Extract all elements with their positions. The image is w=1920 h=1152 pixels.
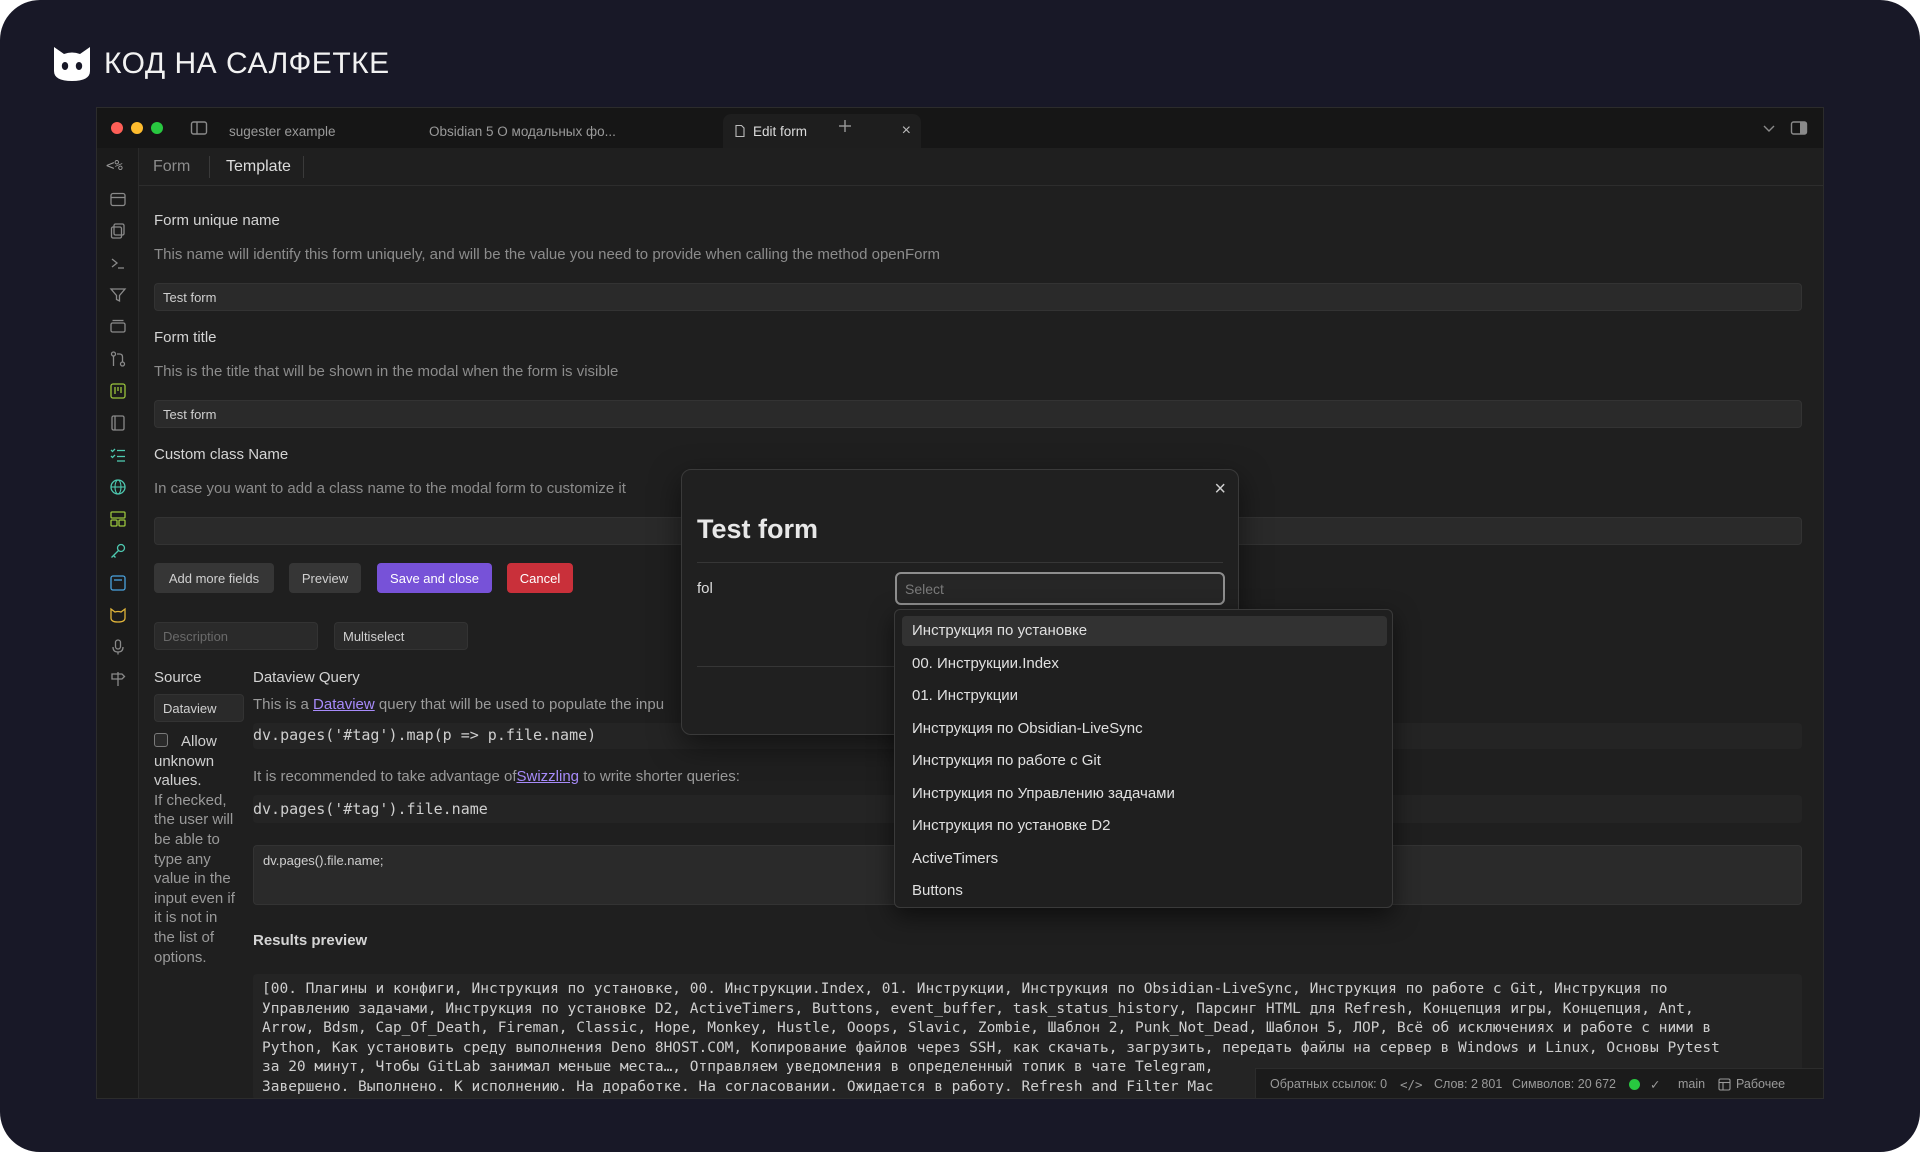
source-select[interactable]: Dataview xyxy=(154,694,244,722)
tab-sugester-example[interactable]: sugester example xyxy=(221,114,411,148)
book-icon[interactable] xyxy=(109,414,127,432)
dataview-query-label: Dataview Query xyxy=(253,669,360,686)
list-item[interactable]: Инструкция по Управлению задачами xyxy=(902,779,1387,809)
form-unique-name-description: This name will identify this form unique… xyxy=(154,246,940,263)
suggestion-dropdown: Инструкция по установке 00. Инструкции.I… xyxy=(894,609,1393,908)
git-compare-icon[interactable] xyxy=(109,350,127,368)
backlinks-count[interactable]: Обратных ссылок: 0 xyxy=(1270,1077,1387,1091)
code-example-map: dv.pages('#tag').map(p => p.file.name) xyxy=(253,726,597,744)
list-item[interactable]: Инструкция по установке xyxy=(902,616,1387,646)
custom-class-label: Custom class Name xyxy=(154,446,289,463)
form-unique-name-input[interactable]: Test form xyxy=(154,283,1802,311)
right-sidebar-toggle-icon[interactable] xyxy=(1789,118,1809,138)
brand-name: КОД НА САЛФЕТКЕ xyxy=(104,47,390,80)
tab-divider xyxy=(303,156,304,178)
screenshot-frame: КОД НА САЛФЕТКЕ sugester example Obsidia… xyxy=(0,0,1920,1152)
form-title-input[interactable]: Test form xyxy=(154,400,1802,428)
ribbon: <% xyxy=(97,148,139,1098)
source-label: Source xyxy=(154,669,202,686)
tab-form[interactable]: Form xyxy=(153,158,190,176)
save-and-close-button[interactable]: Save and close xyxy=(377,563,492,593)
slides-icon[interactable] xyxy=(109,318,127,336)
workspace-icon xyxy=(1718,1078,1731,1091)
terminal-icon[interactable] xyxy=(109,254,127,272)
modal-field-label: fol xyxy=(697,580,713,597)
tab-template[interactable]: Template xyxy=(226,158,291,176)
swizzling-recommendation: It is recommended to take advantage ofSw… xyxy=(253,768,740,785)
list-item[interactable]: Инструкция по Obsidian-LiveSync xyxy=(902,714,1387,744)
form-edit-icon[interactable] xyxy=(109,574,127,592)
key-icon[interactable] xyxy=(109,542,127,560)
close-window-button[interactable] xyxy=(111,122,123,134)
workspace-name[interactable]: Рабочее xyxy=(1736,1077,1785,1091)
modal-divider xyxy=(697,562,1223,563)
list-item[interactable]: ActiveTimers xyxy=(902,844,1387,874)
code-example-swizzling: dv.pages('#tag').file.name xyxy=(253,800,488,818)
form-title-description: This is the title that will be shown in … xyxy=(154,363,619,380)
custom-class-description: In case you want to add a class name to … xyxy=(154,480,626,497)
tab-label: sugester example xyxy=(229,123,336,139)
templater-icon[interactable]: <% xyxy=(106,158,123,174)
form-unique-name-label: Form unique name xyxy=(154,212,280,229)
allow-unknown-text: Allow unknown values. If checked, the us… xyxy=(154,733,235,966)
tab-label: Edit form xyxy=(753,123,808,139)
list-item[interactable]: Инструкция по работе с Git xyxy=(902,746,1387,776)
copy-icon[interactable] xyxy=(109,222,127,240)
list-item[interactable]: Buttons xyxy=(902,876,1387,906)
brand: КОД НА САЛФЕТКЕ xyxy=(52,44,390,84)
multiselect-input[interactable]: Select xyxy=(895,572,1225,605)
sync-status-icon[interactable] xyxy=(1629,1079,1640,1090)
list-item[interactable]: 01. Инструкции xyxy=(902,681,1387,711)
cat-logo-icon xyxy=(54,47,90,81)
new-tab-plus-icon[interactable] xyxy=(835,114,855,138)
close-modal-icon[interactable]: × xyxy=(1214,478,1226,501)
list-item[interactable]: Инструкция по установке D2 xyxy=(902,811,1387,841)
filter-icon[interactable] xyxy=(109,286,127,304)
code-icon[interactable]: </> xyxy=(1400,1077,1423,1092)
check-icon: ✓ xyxy=(1650,1078,1661,1092)
status-bar: Обратных ссылок: 0 </> Слов: 2 801 Симво… xyxy=(1255,1068,1823,1098)
form-editor-tabs: Form Template xyxy=(139,148,1823,186)
maximize-window-button[interactable] xyxy=(151,122,163,134)
form-title-label: Form title xyxy=(154,329,217,346)
chevron-down-icon[interactable] xyxy=(1759,118,1779,138)
signpost-icon[interactable] xyxy=(109,670,127,688)
tab-obsidian-modal[interactable]: Obsidian 5 О модальных фо... xyxy=(423,114,719,148)
tab-edit-form[interactable]: Edit form × xyxy=(723,114,921,148)
close-tab-icon[interactable]: × xyxy=(902,122,911,140)
microphone-icon[interactable] xyxy=(109,638,127,656)
field-description-input[interactable]: Description xyxy=(154,622,318,650)
results-preview-label: Results preview xyxy=(253,932,368,949)
globe-icon[interactable] xyxy=(109,478,127,496)
word-count: Слов: 2 801 xyxy=(1434,1077,1503,1091)
file-icon xyxy=(735,124,745,138)
calendar-icon[interactable] xyxy=(109,190,127,208)
layout-icon[interactable] xyxy=(109,510,127,528)
add-more-fields-button[interactable]: Add more fields xyxy=(154,563,274,593)
sidebar-toggle-icon[interactable] xyxy=(189,118,209,138)
tab-label: Obsidian 5 О модальных фо... xyxy=(429,123,616,139)
cat-icon[interactable] xyxy=(109,606,127,624)
titlebar: sugester example Obsidian 5 О модальных … xyxy=(97,108,1823,148)
swizzling-link[interactable]: Swizzling xyxy=(517,768,580,785)
character-count: Символов: 20 672 xyxy=(1512,1077,1616,1091)
minimize-window-button[interactable] xyxy=(131,122,143,134)
cancel-button[interactable]: Cancel xyxy=(507,563,573,593)
dataview-link[interactable]: Dataview xyxy=(313,696,375,713)
dataview-description: This is a Dataview query that will be us… xyxy=(253,696,665,713)
list-item[interactable]: 00. Инструкции.Index xyxy=(902,649,1387,679)
kanban-icon[interactable] xyxy=(109,382,127,400)
task-list-icon[interactable] xyxy=(109,446,127,464)
modal-title: Test form xyxy=(697,514,819,544)
preview-button[interactable]: Preview xyxy=(289,563,361,593)
git-branch[interactable]: main xyxy=(1678,1077,1705,1091)
tab-divider xyxy=(209,156,210,178)
field-type-select[interactable]: Multiselect xyxy=(334,622,468,650)
